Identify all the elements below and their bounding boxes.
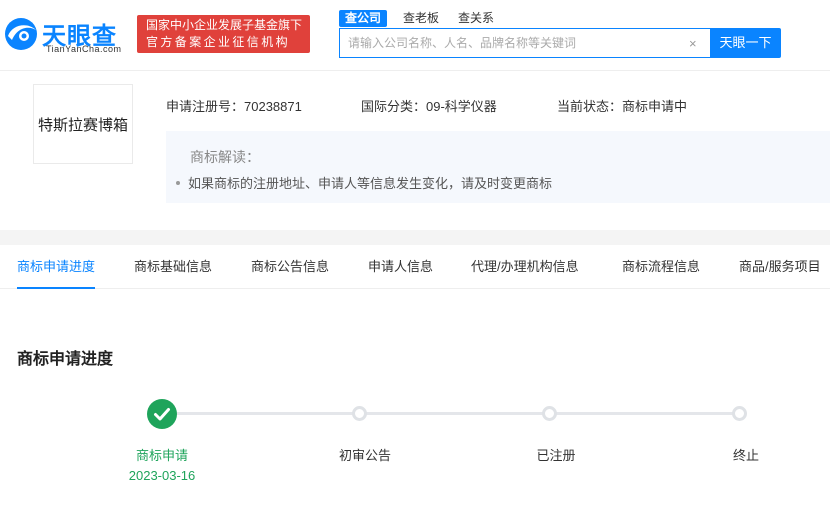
tianyancha-logo[interactable]: 天眼查 TianYanCha.com bbox=[2, 14, 128, 58]
registration-number-label: 申请注册号： bbox=[166, 99, 245, 114]
step-date-application: 2023-03-16 bbox=[128, 468, 196, 483]
interpretation-text: 如果商标的注册地址、申请人等信息发生变化，请及时变更商标 bbox=[188, 176, 553, 191]
interpretation-item: 如果商标的注册地址、申请人等信息发生变化，请及时变更商标 bbox=[176, 175, 552, 193]
step-label-terminated: 终止 bbox=[732, 448, 759, 463]
tab-application-progress[interactable]: 商标申请进度 bbox=[17, 245, 96, 289]
clear-icon[interactable]: × bbox=[689, 35, 697, 52]
registration-number-value: 70238871 bbox=[244, 99, 302, 114]
step-label-application: 商标申请 bbox=[135, 448, 188, 463]
search-input[interactable]: 请输入公司名称、人名、品牌名称等关键词 × bbox=[339, 28, 711, 58]
status-value: 商标申请中 bbox=[622, 99, 688, 114]
section-divider bbox=[0, 230, 830, 245]
tab-search-boss[interactable]: 查老板 bbox=[397, 10, 445, 27]
step-node-terminated bbox=[732, 406, 747, 421]
progress-title: 商标申请进度 bbox=[17, 351, 114, 368]
promo-line-2: 官方备案企业征信机构 bbox=[146, 35, 291, 49]
tab-applicant-info[interactable]: 申请人信息 bbox=[368, 245, 433, 289]
trademark-info: 特斯拉赛博箱 申请注册号：70238871 国际分类：09-科学仪器 当前状态：… bbox=[0, 70, 830, 230]
check-icon bbox=[154, 408, 170, 421]
bullet-icon bbox=[176, 180, 180, 185]
promo-banner[interactable]: 国家中小企业发展子基金旗下 官方备案企业征信机构 bbox=[137, 15, 310, 53]
detail-tabs: 商标申请进度 商标基础信息 商标公告信息 申请人信息 代理/办理机构信息 商标流… bbox=[0, 245, 830, 289]
trademark-image: 特斯拉赛博箱 bbox=[33, 84, 133, 164]
class-label: 国际分类： bbox=[361, 99, 427, 114]
promo-line-1: 国家中小企业发展子基金旗下 bbox=[146, 18, 303, 32]
logo-mark-icon bbox=[5, 18, 37, 50]
registration-number: 申请注册号：70238871 bbox=[166, 98, 302, 116]
tab-search-relation[interactable]: 查关系 bbox=[452, 10, 500, 27]
step-label-preliminary: 初审公告 bbox=[338, 448, 391, 463]
interpretation-title: 商标解读： bbox=[190, 149, 260, 165]
logo-domain: TianYanCha.com bbox=[46, 44, 122, 54]
current-status: 当前状态：商标申请中 bbox=[557, 98, 687, 116]
step-label-registered: 已注册 bbox=[536, 448, 576, 463]
tab-agency-info[interactable]: 代理/办理机构信息 bbox=[471, 245, 579, 289]
site-header: 天眼查 TianYanCha.com 国家中小企业发展子基金旗下 官方备案企业征… bbox=[0, 0, 830, 70]
progress-track bbox=[162, 412, 742, 415]
tab-goods-services[interactable]: 商品/服务项目 bbox=[739, 245, 821, 289]
search-placeholder: 请输入公司名称、人名、品牌名称等关键词 bbox=[348, 36, 577, 50]
tab-announcement-info[interactable]: 商标公告信息 bbox=[251, 245, 329, 289]
search-button[interactable]: 天眼一下 bbox=[710, 28, 781, 58]
step-node-preliminary bbox=[352, 406, 367, 421]
international-class: 国际分类：09-科学仪器 bbox=[361, 98, 497, 116]
tab-process-info[interactable]: 商标流程信息 bbox=[622, 245, 700, 289]
step-completed-node bbox=[147, 399, 177, 429]
tab-basic-info[interactable]: 商标基础信息 bbox=[134, 245, 212, 289]
trademark-interpretation: 商标解读： 如果商标的注册地址、申请人等信息发生变化，请及时变更商标 bbox=[166, 131, 830, 203]
step-node-registered bbox=[542, 406, 557, 421]
status-label: 当前状态： bbox=[557, 99, 623, 114]
tab-search-company[interactable]: 查公司 bbox=[339, 10, 388, 27]
class-value: 09-科学仪器 bbox=[426, 99, 497, 114]
